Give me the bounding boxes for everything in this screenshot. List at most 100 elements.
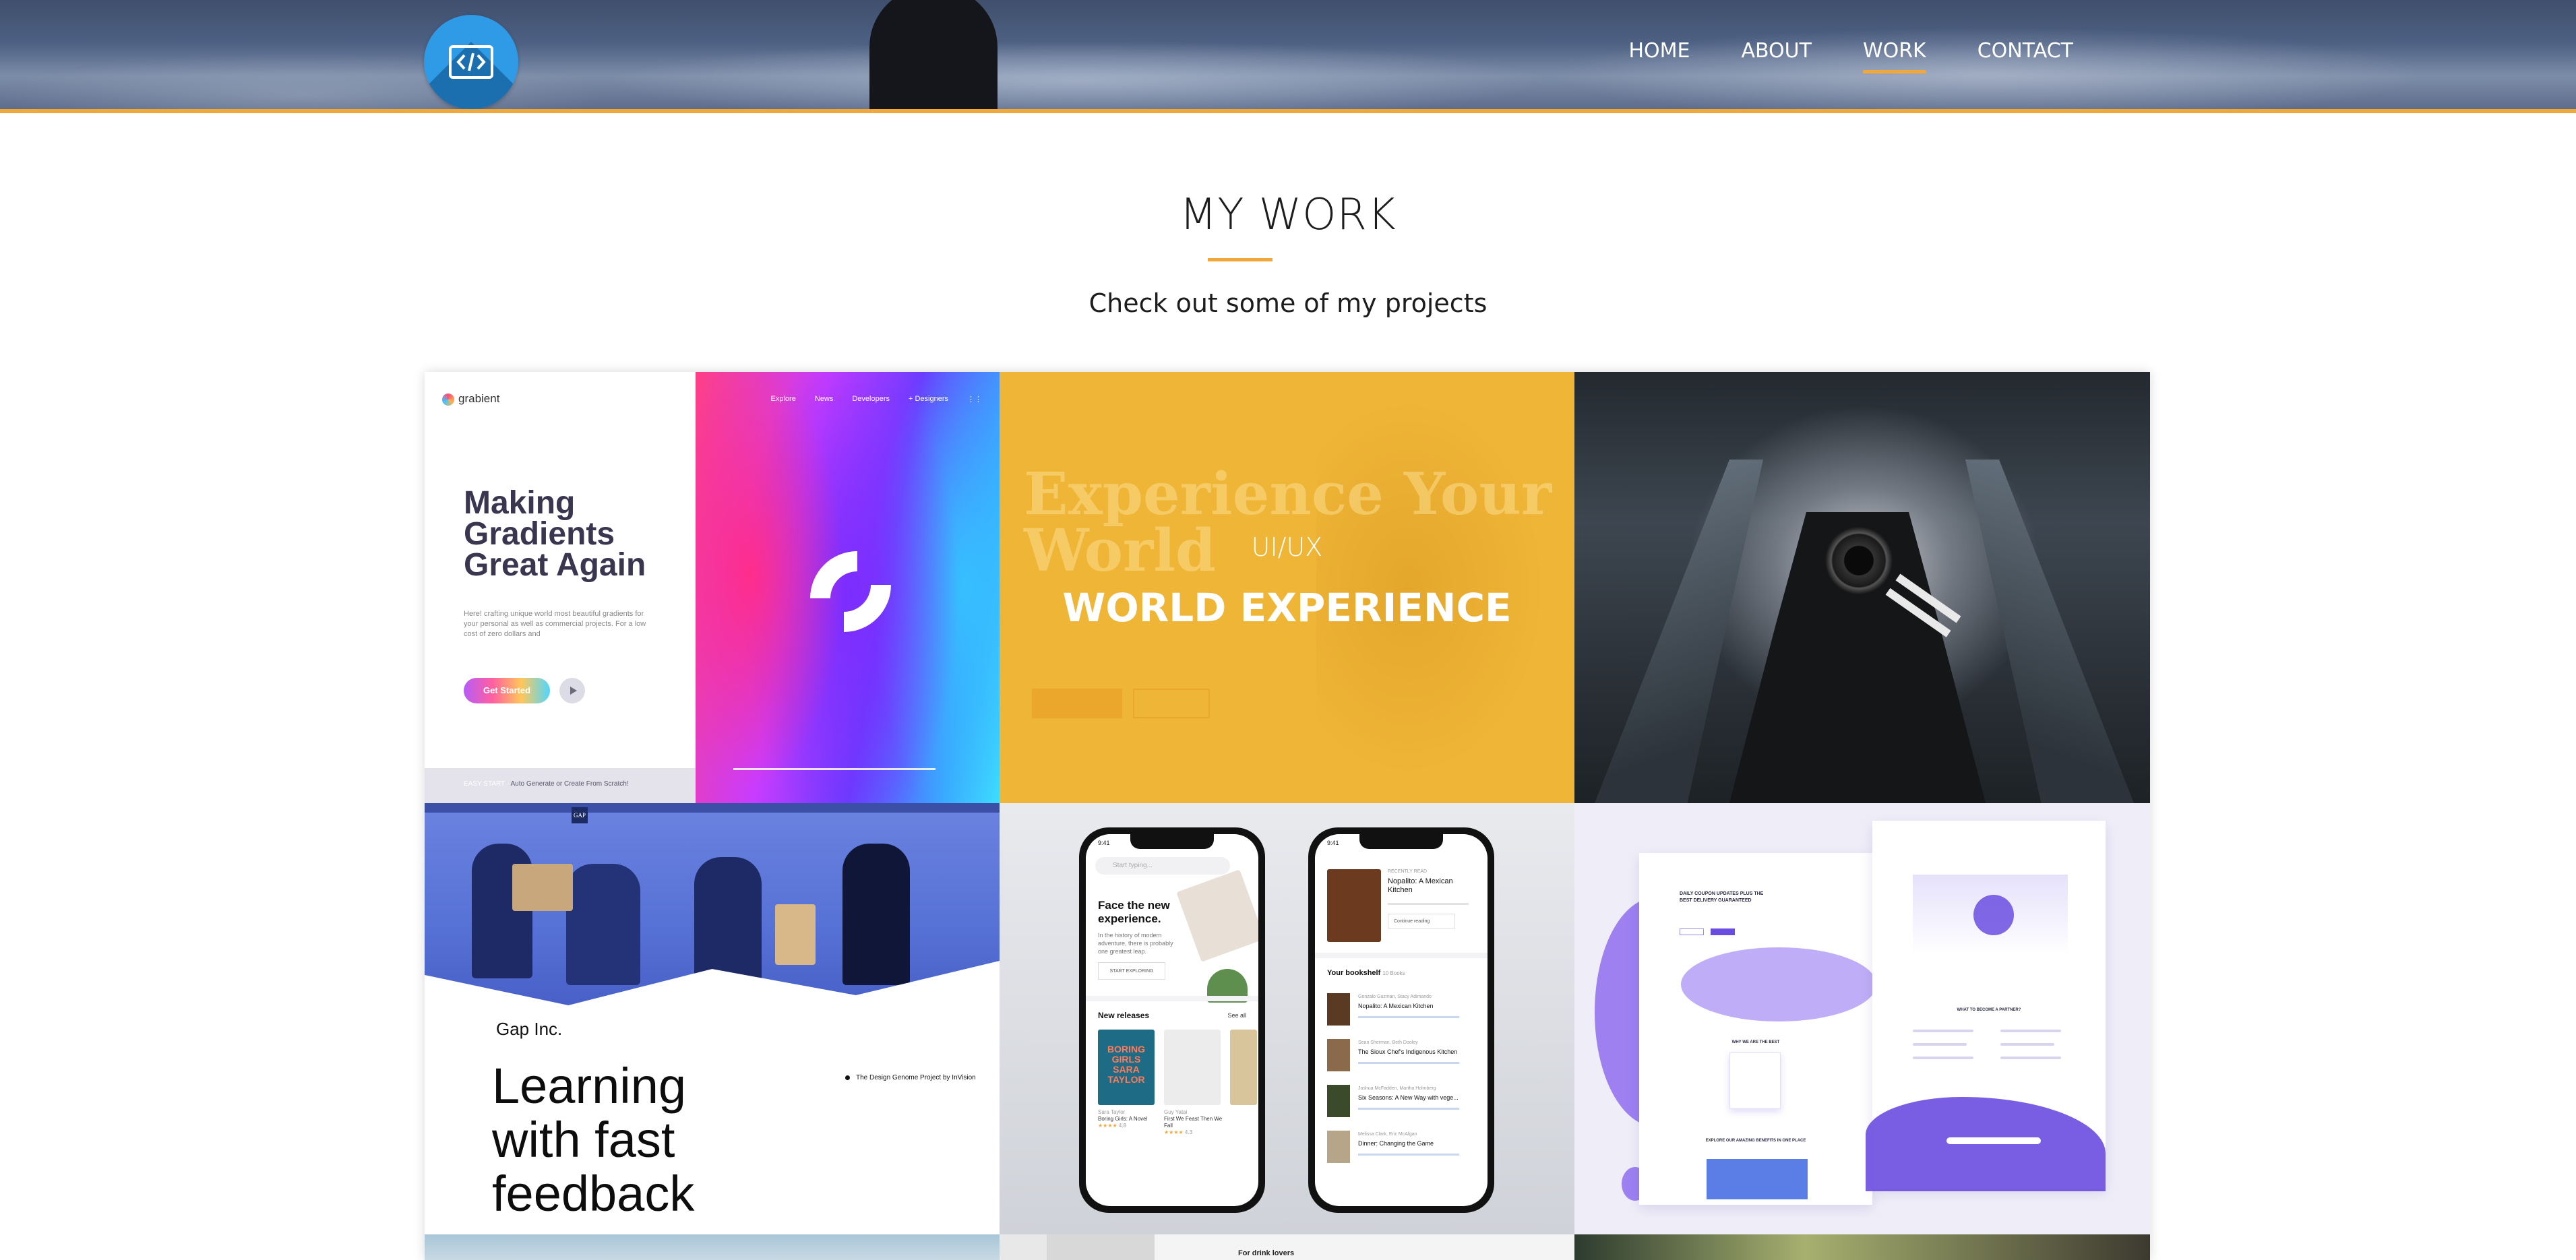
book-thumb <box>1327 1085 1350 1117</box>
phone1-body: In the history of modern adventure, ther… <box>1098 932 1173 955</box>
gradients-mini-nav: Explore News Developers + Designers ⋮⋮ <box>771 395 982 404</box>
status-time: 9:41 <box>1327 840 1339 846</box>
nav-home-link[interactable]: HOME <box>1628 39 1690 72</box>
phone1-see-all: See all <box>1227 1012 1246 1019</box>
project-tile-landing-page[interactable]: DAILY COUPON UPDATES PLUS THE BEST DELIV… <box>1574 803 2150 1234</box>
current-book-title: Nopalito: A Mexican Kitchen <box>1388 877 1453 894</box>
illustration-person <box>566 864 640 985</box>
book-item: Sara Taylor Boring Girls: A Novel ★★★★ 4… <box>1098 1109 1148 1129</box>
portfolio-grid: grabient Making Gradients Great Again He… <box>425 372 2150 1260</box>
text-line <box>2000 1057 2061 1059</box>
project-tile-gradients[interactable]: grabient Making Gradients Great Again He… <box>425 372 1000 803</box>
mini-nav-item: News <box>814 395 834 403</box>
phone-divider <box>1086 996 1258 1001</box>
footer-blob <box>1866 1097 2106 1191</box>
gradients-cta-button: Get Started <box>464 678 550 703</box>
text-line <box>2000 1030 2061 1032</box>
phone-mockup-discover: 9:41 Start typing... Face the new experi… <box>1079 827 1265 1213</box>
nav-contact-link[interactable]: CONTACT <box>1977 39 2073 72</box>
project-tile-landscape[interactable] <box>425 1234 1000 1260</box>
continue-reading-button: Continue reading <box>1388 914 1455 928</box>
phone1-section: New releases <box>1098 1011 1150 1020</box>
nav-work-link[interactable]: WORK <box>1862 39 1926 73</box>
illustration-box <box>512 864 573 911</box>
gap-company: Gap Inc. <box>496 1019 563 1039</box>
phone1-heading: Face the new experience. <box>1098 899 1170 925</box>
gap-note: The Design Genome Project by InVision <box>845 1073 977 1083</box>
drinks-image <box>1047 1234 1155 1260</box>
bookshelf-list: Gonzalo Guzman, Stacy Adimando Nopalito:… <box>1327 993 1482 1176</box>
code-brackets-icon <box>449 45 493 79</box>
header-person-silhouette <box>869 0 998 109</box>
header-cloud <box>607 40 1550 109</box>
bookshelf-item: Sean Sherman, Beth Dooley The Sioux Chef… <box>1327 1039 1482 1085</box>
mini-nav-item: + Designers <box>908 395 948 403</box>
bookshelf-item: Melissa Clark, Eric McAfgan Dinner: Chan… <box>1327 1131 1482 1176</box>
project-tile-book-app[interactable]: 9:41 Start typing... Face the new experi… <box>1000 803 1574 1234</box>
progress-bar <box>1358 1062 1459 1064</box>
gradients-panel <box>425 372 696 803</box>
book-thumb <box>1327 1039 1350 1071</box>
phone-mockup-bookshelf: 9:41 RECENTLY READ Nopalito: A Mexican K… <box>1308 827 1494 1213</box>
site-header: HOME ABOUT WORK CONTACT <box>0 0 2576 113</box>
landing-section-title: WHAT TO BECOME A PARTNER? <box>1957 1008 2021 1012</box>
project-tile-people[interactable] <box>1574 1234 2150 1260</box>
book-thumb <box>1327 993 1350 1026</box>
site-logo[interactable] <box>424 15 518 109</box>
bookshelf-item: Gonzalo Guzman, Stacy Adimando Nopalito:… <box>1327 993 1482 1039</box>
project-tile-drinks[interactable]: For drink lovers <box>1000 1234 1574 1260</box>
phone-divider <box>1315 953 1488 958</box>
gap-headline: Learning with fast feedback <box>492 1058 695 1222</box>
text-line <box>1913 1057 1973 1059</box>
escalator-right <box>1965 460 2134 803</box>
book-cover <box>1230 1030 1257 1105</box>
landing-feature-image <box>1707 1159 1808 1199</box>
phone-notch <box>1359 834 1443 849</box>
project-tile-gap[interactable]: GAP Gap Inc. Learning with fast feedback… <box>425 803 1000 1234</box>
landing-section-title: WHY WE ARE THE BEST <box>1731 1040 1780 1044</box>
landing-mockup-page-1: DAILY COUPON UPDATES PLUS THE BEST DELIV… <box>1639 853 1876 1205</box>
project-tile-world-experience[interactable]: Experience Your World UI/UX WORLD EXPERI… <box>1000 372 1574 803</box>
landing-button <box>1711 928 1735 935</box>
book-cover-title: BORING GIRLS SARA TAYLOR <box>1107 1044 1145 1085</box>
progress-bar <box>1358 1154 1459 1156</box>
landing-section-title: EXPLORE OUR AMAZING BENEFITS IN ONE PLAC… <box>1705 1139 1806 1143</box>
text-line <box>1913 1030 1973 1032</box>
status-time: 9:41 <box>1098 840 1110 846</box>
grabient-g-mark-icon <box>810 551 891 632</box>
slider-progress <box>733 768 936 770</box>
text-line <box>1913 1043 1967 1046</box>
landing-mockup-page-2: WHAT TO BECOME A PARTNER? <box>1866 821 2106 1191</box>
bookshelf-item: Joshua McFadden, Martha Holmberg Six Sea… <box>1327 1085 1482 1131</box>
text-line <box>2000 1043 2054 1046</box>
mini-nav-item: Developers <box>852 395 890 403</box>
illustration-topbar <box>425 803 1000 813</box>
recently-read-label: RECENTLY READ <box>1388 869 1428 874</box>
project-category: UI/UX <box>1251 532 1323 562</box>
illustration-figure <box>1973 895 2014 935</box>
grabient-logo-icon <box>442 393 454 406</box>
hero-blob <box>1681 947 1876 1021</box>
camera-lens <box>1825 527 1893 594</box>
illustration-person <box>694 857 762 985</box>
phone-notch <box>1130 834 1214 849</box>
phone-search-field: Start typing... <box>1095 857 1230 875</box>
book-item: Guy Yatai First We Feast Then We Fall ★★… <box>1164 1109 1223 1135</box>
escalator-left <box>1595 460 1763 803</box>
menu-dots-icon: ⋮⋮ <box>967 396 982 404</box>
section-title: MY WORK <box>1179 190 1397 240</box>
illustration-block <box>775 904 816 965</box>
bookshelf-title: Your bookshelf 10 Books <box>1327 969 1405 977</box>
gap-illustration <box>425 803 1000 1005</box>
nav-about-link[interactable]: ABOUT <box>1741 39 1811 72</box>
current-book-cover <box>1327 869 1381 942</box>
progress-bar <box>1358 1108 1459 1110</box>
world-background-text: Experience Your World <box>1024 460 1552 585</box>
phone-screen: 9:41 RECENTLY READ Nopalito: A Mexican K… <box>1315 834 1488 1206</box>
landing-button <box>1680 928 1704 935</box>
title-underline <box>1208 258 1272 261</box>
section-subtitle: Check out some of my projects <box>1088 288 1488 318</box>
book-cover: BORING GIRLS SARA TAYLOR <box>1098 1030 1155 1105</box>
project-tile-photographer[interactable] <box>1574 372 2150 803</box>
project-name: WORLD EXPERIENCE <box>1062 585 1512 631</box>
